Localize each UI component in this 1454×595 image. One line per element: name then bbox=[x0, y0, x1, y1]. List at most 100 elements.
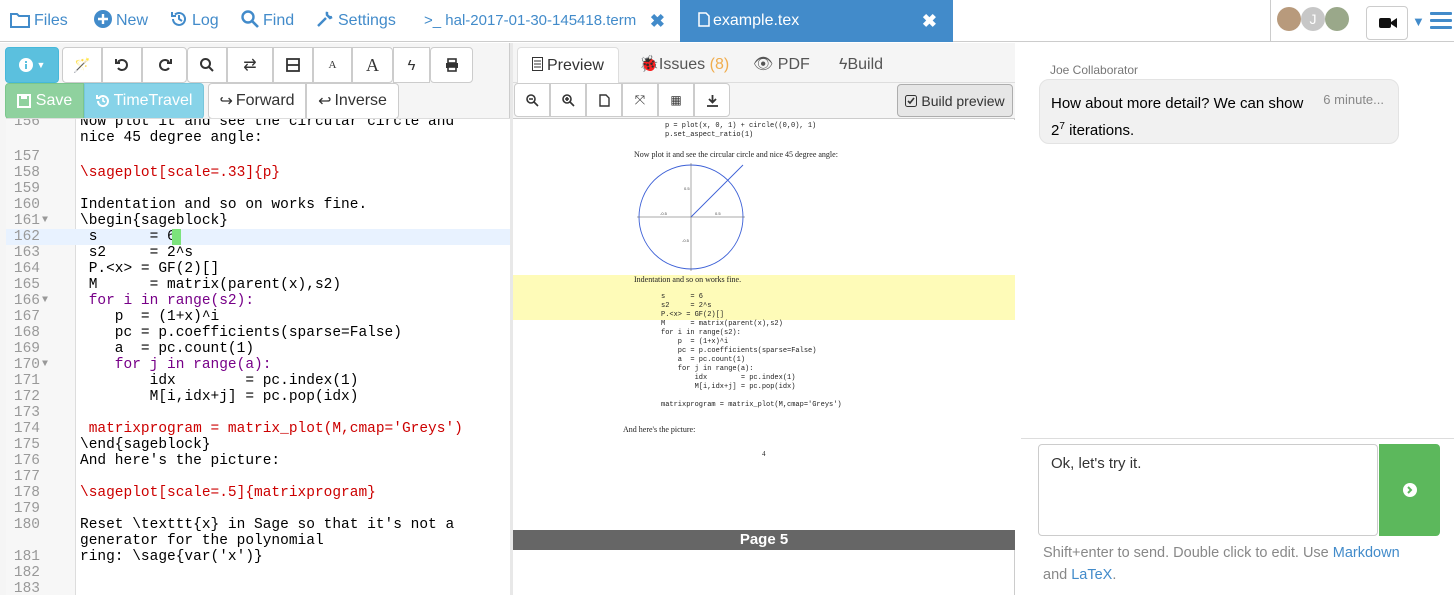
line-number: 165 bbox=[13, 277, 40, 293]
bolt-icon: ϟ bbox=[407, 56, 416, 74]
print-button[interactable] bbox=[430, 47, 473, 83]
fold-caret-icon[interactable]: ▼ bbox=[42, 293, 48, 309]
pdf-text: Indentation and so on works fine. bbox=[634, 275, 742, 284]
redo-button[interactable] bbox=[142, 47, 187, 83]
tab-issues-label: Issues bbox=[658, 56, 706, 73]
pdf-page[interactable]: p = plot(x, 0, 1) + circle((0,0), 1) p.s… bbox=[513, 120, 1015, 530]
line-number: 162 bbox=[13, 229, 40, 245]
message-sender: Joe Collaborator bbox=[1050, 63, 1139, 77]
undo-button[interactable] bbox=[102, 47, 142, 83]
forward-search-button[interactable]: ↪ Forward bbox=[208, 83, 306, 119]
build-button[interactable]: ϟ bbox=[393, 47, 430, 83]
folder-icon bbox=[10, 13, 30, 28]
chevron-down-icon[interactable]: ▼ bbox=[1412, 14, 1425, 29]
timetravel-button[interactable]: TimeTravel bbox=[84, 83, 204, 119]
fold-caret-icon[interactable]: ▼ bbox=[42, 357, 48, 373]
fit-width-button[interactable] bbox=[586, 83, 622, 117]
code-line: 180 Reset \texttt{x} in Sage so that it's… bbox=[6, 517, 510, 533]
line-number: 158 bbox=[13, 165, 40, 181]
download-button[interactable] bbox=[694, 83, 730, 117]
line-number: 174 bbox=[13, 421, 40, 437]
code-line: nice 45 degree angle: bbox=[6, 130, 510, 146]
nav-new[interactable]: New bbox=[94, 0, 148, 42]
text-cursor bbox=[172, 229, 181, 245]
code-line: 175 \end{sageblock} bbox=[6, 437, 510, 453]
line-number: 156 bbox=[13, 118, 40, 130]
code-editor[interactable]: 156 Now plot it and see the circular circ… bbox=[6, 118, 510, 595]
code-text: \begin{sageblock} bbox=[80, 213, 228, 229]
fold-caret-icon[interactable]: ▼ bbox=[42, 213, 48, 229]
bug-icon: 🐞 bbox=[639, 56, 659, 73]
avatar[interactable] bbox=[1325, 7, 1349, 31]
close-icon[interactable]: ✖ bbox=[922, 0, 937, 42]
nav-files[interactable]: Files bbox=[10, 0, 68, 42]
checkbox-checked-icon bbox=[905, 94, 918, 107]
tab-terminal[interactable]: >_ hal-2017-01-30-145418.term ✖ bbox=[412, 0, 677, 42]
find-button[interactable] bbox=[187, 47, 227, 83]
axis-tick-label: -0.5 bbox=[660, 211, 668, 216]
nav-find[interactable]: Find bbox=[241, 0, 294, 42]
split-view-button[interactable] bbox=[273, 47, 313, 83]
magic-wand-button[interactable]: 🪄 bbox=[62, 47, 102, 83]
save-button[interactable]: Save bbox=[5, 83, 84, 119]
help-text: Shift+enter to send. Double click to edi… bbox=[1043, 545, 1333, 561]
search-icon bbox=[200, 58, 214, 72]
video-camera-icon bbox=[1379, 18, 1397, 28]
inverse-search-button[interactable]: ↩ Inverse bbox=[306, 83, 399, 119]
tab-example-tex[interactable]: example.tex ✖ bbox=[680, 0, 953, 42]
fullscreen-button[interactable]: ⤧ bbox=[622, 83, 658, 117]
code-line: 163 s2 = 2^s bbox=[6, 245, 510, 261]
chat-message[interactable]: How about more detail? We can show 27 ite… bbox=[1039, 79, 1399, 144]
replace-button[interactable]: ⇄ bbox=[227, 47, 273, 83]
nav-log[interactable]: Log bbox=[170, 0, 219, 42]
decrease-font-button[interactable]: A bbox=[313, 47, 352, 83]
save-label: Save bbox=[35, 92, 73, 109]
send-button[interactable] bbox=[1379, 444, 1440, 536]
grid-view-button[interactable]: ▦ bbox=[658, 83, 694, 117]
increase-font-button[interactable]: A bbox=[352, 47, 393, 83]
code-line: 170 ▼ for j in range(a): bbox=[6, 357, 510, 373]
chat-input[interactable]: Ok, let's try it. bbox=[1038, 444, 1378, 536]
tab-build[interactable]: ϟBuild bbox=[839, 47, 883, 83]
caret-down-icon: ▼ bbox=[36, 60, 46, 70]
tab-issues[interactable]: 🐞Issues (8) bbox=[639, 47, 729, 83]
code-line: 169 a = pc.count(1) bbox=[6, 341, 510, 357]
tab-pdf[interactable]: 👁 PDF bbox=[753, 47, 810, 83]
pdf-text: Now plot it and see the circular circle … bbox=[634, 150, 838, 159]
avatar[interactable]: J bbox=[1301, 7, 1325, 31]
avatar[interactable] bbox=[1277, 7, 1301, 31]
circle-plot: 0.5 -0.5 -0.5 0.5 bbox=[637, 163, 745, 271]
zoom-out-button[interactable] bbox=[514, 83, 550, 117]
markdown-link[interactable]: Markdown bbox=[1333, 545, 1400, 561]
line-number: 172 bbox=[13, 389, 40, 405]
info-dropdown-button[interactable]: ▼ bbox=[5, 47, 59, 83]
message-timestamp: 6 minute... bbox=[1323, 92, 1384, 107]
zoom-out-icon bbox=[525, 93, 539, 107]
latex-link[interactable]: LaTeX bbox=[1071, 567, 1112, 583]
nav-log-label: Log bbox=[192, 12, 219, 29]
chat-help-text: Shift+enter to send. Double click to edi… bbox=[1043, 542, 1443, 586]
close-icon[interactable]: ✖ bbox=[650, 0, 665, 42]
video-chat-button[interactable] bbox=[1366, 6, 1408, 40]
history-icon bbox=[95, 95, 109, 108]
hamburger-menu-icon[interactable] bbox=[1430, 12, 1452, 33]
tab-preview[interactable]: Preview bbox=[517, 47, 619, 83]
code-line: 156 Now plot it and see the circular circ… bbox=[6, 118, 510, 130]
build-preview-toggle[interactable]: Build preview bbox=[897, 84, 1013, 117]
preview-tabs: Preview 🐞Issues (8) 👁 PDF ϟBuild bbox=[513, 43, 1015, 83]
build-preview-label: Build preview bbox=[921, 92, 1005, 109]
undo-icon bbox=[115, 59, 128, 71]
grid-icon: ▦ bbox=[670, 93, 682, 107]
code-text: M = matrix(parent(x),s2) bbox=[80, 277, 342, 293]
line-number: 171 bbox=[13, 373, 40, 389]
download-icon bbox=[706, 94, 718, 107]
line-number: 170 bbox=[13, 357, 40, 373]
code-text: for i in range(s2): bbox=[80, 293, 255, 309]
code-line: 178 \sageplot[scale=.5]{matrixprogram} bbox=[6, 485, 510, 501]
zoom-in-button[interactable] bbox=[550, 83, 586, 117]
wrench-icon bbox=[317, 11, 333, 27]
code-line: 183 bbox=[6, 581, 510, 595]
nav-settings[interactable]: Settings bbox=[316, 0, 396, 42]
code-text: s = 6 bbox=[80, 229, 176, 245]
search-icon bbox=[241, 10, 259, 28]
